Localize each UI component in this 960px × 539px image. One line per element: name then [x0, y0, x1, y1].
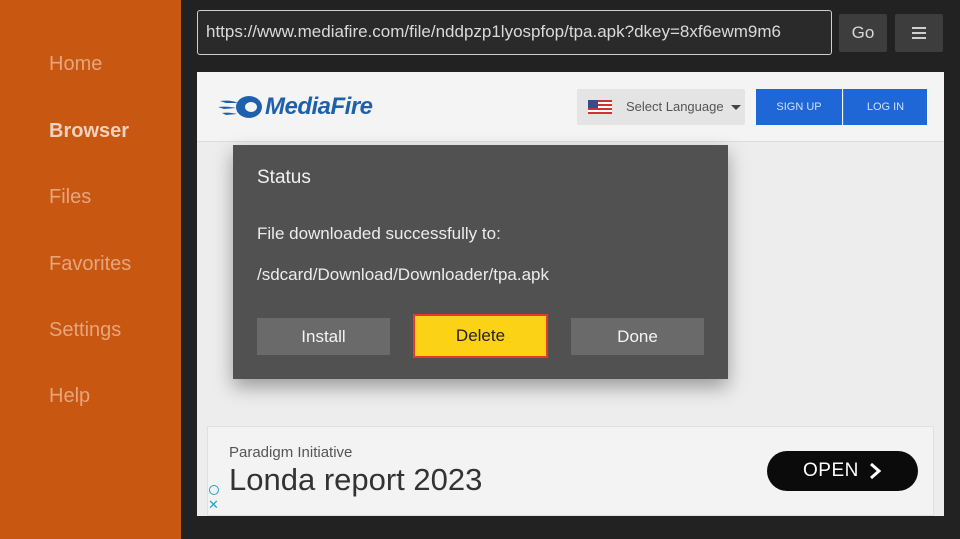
menu-icon: [912, 27, 926, 29]
menu-icon-bar: [912, 32, 926, 34]
sidebar-item-files[interactable]: Files: [49, 186, 91, 209]
dialog-message: File downloaded successfully to:: [257, 224, 501, 243]
sidebar-item-home[interactable]: Home: [49, 53, 102, 76]
sidebar-item-favorites[interactable]: Favorites: [49, 253, 131, 276]
log-in-button[interactable]: LOG IN: [843, 89, 927, 125]
sidebar-item-help[interactable]: Help: [49, 385, 90, 408]
ad-open-label: OPEN: [803, 460, 859, 481]
ad-open-button[interactable]: OPEN: [767, 451, 918, 491]
ad-info-icon[interactable]: [209, 485, 219, 495]
ad-close-icon[interactable]: ✕: [208, 498, 219, 511]
chevron-right-icon: [870, 462, 882, 480]
language-select[interactable]: Select Language: [577, 89, 745, 125]
us-flag-icon: [588, 100, 612, 114]
dialog-file-path: /sdcard/Download/Downloader/tpa.apk: [257, 265, 550, 284]
sidebar-item-browser[interactable]: Browser: [49, 120, 129, 143]
ad-sponsor: Paradigm Initiative: [229, 444, 353, 461]
ad-title[interactable]: Londa report 2023: [229, 462, 482, 498]
delete-button[interactable]: Delete: [413, 314, 548, 358]
mediafire-logo-text[interactable]: MediaFire: [265, 93, 373, 121]
url-text: https://www.mediafire.com/file/nddpzp1ly…: [206, 22, 781, 41]
sidebar-item-settings[interactable]: Settings: [49, 319, 121, 342]
url-input[interactable]: https://www.mediafire.com/file/nddpzp1ly…: [197, 10, 832, 55]
mediafire-logo-icon: [218, 96, 262, 118]
language-select-label: Select Language: [626, 99, 724, 114]
sign-up-button[interactable]: SIGN UP: [756, 89, 842, 125]
done-button[interactable]: Done: [571, 318, 704, 355]
caret-down-icon: [731, 105, 741, 110]
menu-icon-bar: [912, 37, 926, 39]
menu-button[interactable]: [895, 14, 943, 52]
go-button[interactable]: Go: [839, 14, 887, 52]
install-button[interactable]: Install: [257, 318, 390, 355]
dialog-title: Status: [257, 167, 311, 188]
